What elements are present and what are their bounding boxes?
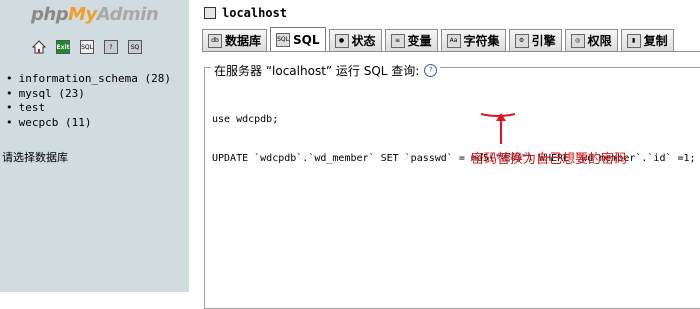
tab-sql[interactable]: SQL SQL bbox=[270, 27, 326, 51]
sql-line: use wdcpdb; bbox=[212, 114, 279, 125]
engines-icon: ⚙ bbox=[514, 33, 529, 48]
left-navigation-frame: phpMyAdmin Exit SQL ? SQ information_sch… bbox=[0, 0, 189, 292]
tab-variables[interactable]: ≡ 变量 bbox=[384, 29, 438, 51]
tab-replication[interactable]: ▮ 复制 bbox=[620, 29, 674, 51]
tab-charsets[interactable]: Aa 字符集 bbox=[440, 29, 506, 51]
variables-icon: ≡ bbox=[390, 33, 405, 48]
server-name-link[interactable]: localhost bbox=[222, 6, 287, 20]
annotation-underline bbox=[480, 113, 516, 117]
tab-privileges[interactable]: ◎ 权限 bbox=[564, 29, 618, 51]
home-icon[interactable] bbox=[32, 40, 46, 54]
charset-icon: Aa bbox=[446, 33, 461, 48]
database-item[interactable]: information_schema (28) bbox=[6, 72, 171, 87]
help-icon[interactable]: ? bbox=[424, 64, 438, 77]
database-list: information_schema (28) mysql (23) test … bbox=[6, 72, 171, 130]
database-item[interactable]: wecpcb (11) bbox=[6, 116, 171, 131]
database-item[interactable]: test bbox=[6, 101, 171, 116]
exit-icon[interactable]: Exit bbox=[56, 40, 70, 54]
tabs-divider bbox=[202, 51, 700, 52]
query-window-icon[interactable]: SQL bbox=[80, 40, 94, 54]
sql-icon: SQL bbox=[276, 32, 291, 47]
database-icon: db bbox=[208, 33, 222, 48]
server-icon bbox=[204, 7, 216, 19]
replication-icon: ▮ bbox=[626, 33, 641, 48]
tab-databases[interactable]: db 数据库 bbox=[202, 29, 268, 51]
documentation-icon[interactable]: ? bbox=[104, 40, 118, 54]
annotation-text: 密码替换为自己想要的密码 bbox=[471, 152, 628, 167]
main-tabs: db 数据库 SQL SQL ● 状态 ≡ 变量 Aa 字符集 ⚙ 引擎 ◎ 权限 ▮ 复制 bbox=[202, 27, 674, 51]
phpmyadmin-logo[interactable]: phpMyAdmin bbox=[31, 4, 159, 25]
database-item[interactable]: mysql (23) bbox=[6, 87, 171, 102]
sidebar-quick-links: Exit SQL ? SQ bbox=[32, 40, 142, 54]
sql-query-legend: 在服务器 “localhost” 运行 SQL 查询: ? bbox=[211, 62, 441, 79]
phpmyadmin-docs-icon[interactable]: SQ bbox=[128, 40, 142, 54]
tab-engines[interactable]: ⚙ 引擎 bbox=[508, 29, 562, 51]
privileges-icon: ◎ bbox=[570, 33, 585, 48]
select-database-prompt: 请选择数据库 bbox=[2, 151, 68, 164]
tab-status[interactable]: ● 状态 bbox=[328, 29, 382, 51]
status-icon: ● bbox=[334, 33, 349, 48]
server-breadcrumb: localhost bbox=[204, 6, 287, 20]
